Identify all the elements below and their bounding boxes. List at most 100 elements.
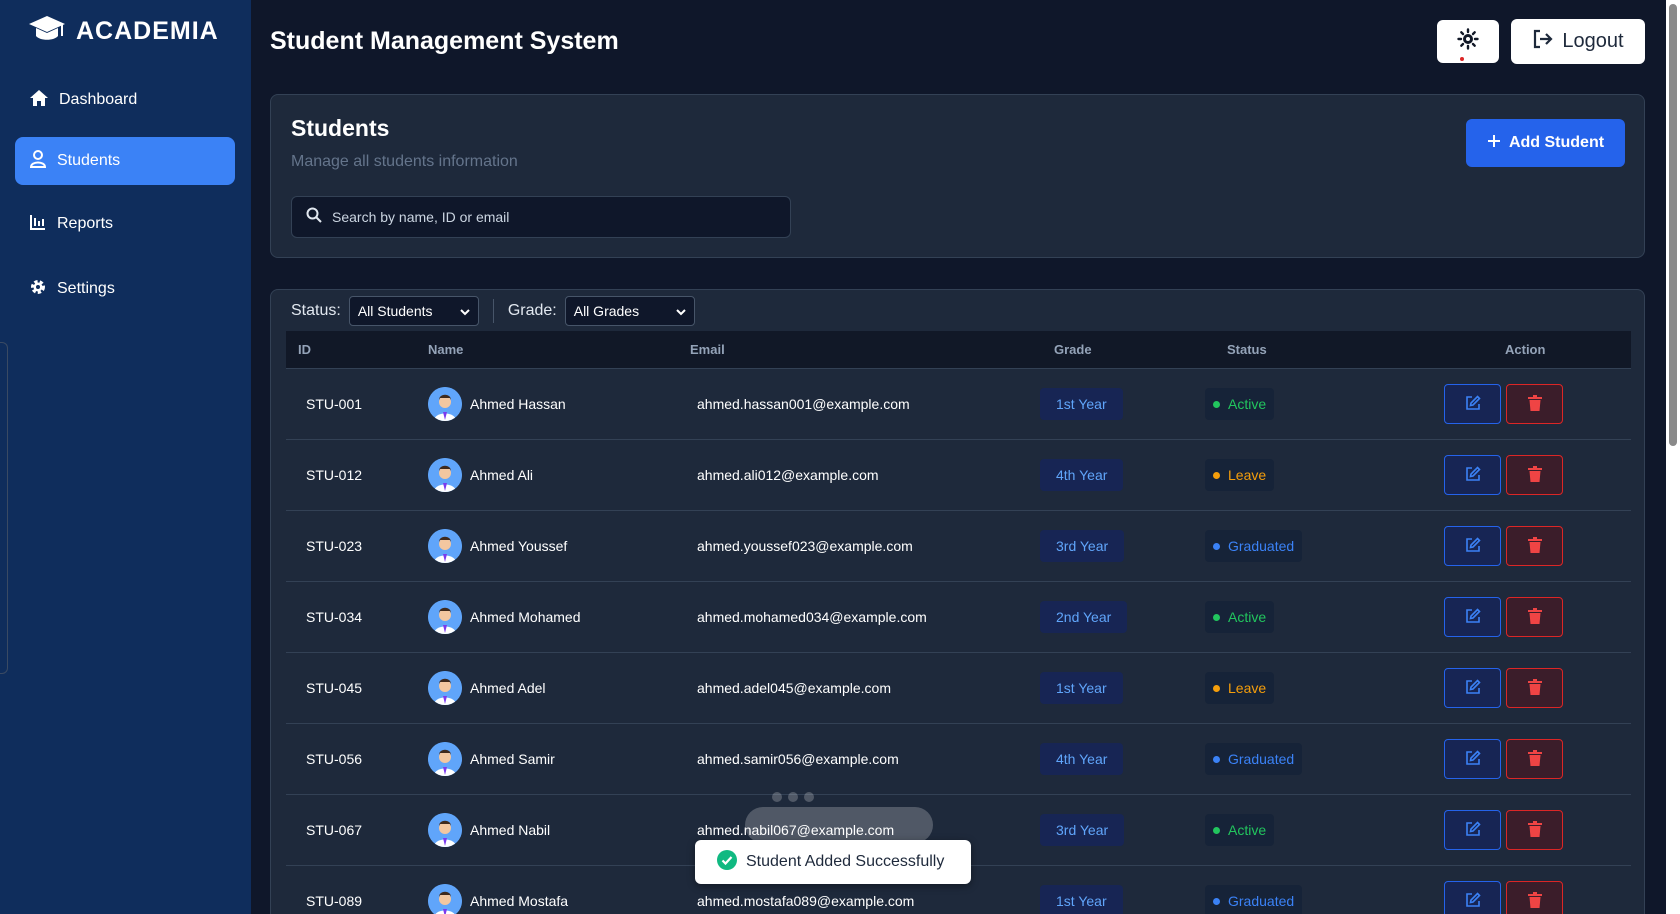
grade-cell: 2nd Year	[1040, 582, 1128, 652]
sidebar-item-students[interactable]: Students	[15, 137, 235, 185]
action-cell	[1444, 724, 1568, 794]
edit-button[interactable]	[1444, 739, 1501, 779]
student-id: STU-023	[306, 538, 363, 554]
grade-cell: 1st Year	[1040, 653, 1123, 723]
edit-button[interactable]	[1444, 668, 1501, 708]
delete-button[interactable]	[1506, 810, 1563, 850]
delete-button[interactable]	[1506, 455, 1563, 495]
sidebar-item-settings[interactable]: Settings	[15, 265, 235, 313]
filter-bar: Status: All Students Grade: All Grades	[291, 296, 695, 326]
search-icon	[306, 207, 322, 228]
status-cell: Active	[1205, 795, 1275, 865]
delete-button[interactable]	[1506, 881, 1563, 914]
user-icon	[29, 149, 47, 173]
student-name: Ahmed Samir	[470, 751, 555, 767]
delete-button[interactable]	[1506, 739, 1563, 779]
search-input[interactable]	[332, 209, 772, 225]
student-id: STU-045	[306, 680, 363, 696]
status-dot	[1213, 542, 1220, 550]
student-name: Ahmed Youssef	[470, 538, 568, 554]
section-subtitle: Manage all students information	[291, 153, 518, 170]
delete-button[interactable]	[1506, 597, 1563, 637]
student-id: STU-001	[306, 396, 363, 412]
sidebar-item-reports[interactable]: Reports	[15, 200, 235, 248]
status-cell: Active	[1205, 369, 1275, 439]
edit-button[interactable]	[1444, 810, 1501, 850]
trash-icon	[1527, 465, 1542, 485]
edit-icon	[1465, 536, 1481, 556]
action-cell	[1444, 511, 1568, 581]
table-header: ID Name Email Grade Status Action	[286, 331, 1631, 369]
add-student-label: Add Student	[1508, 134, 1605, 151]
sun-icon	[1457, 28, 1479, 55]
page-title: Student Management System	[270, 27, 619, 55]
status-dot	[1213, 471, 1220, 479]
status-label: Leave	[1228, 680, 1267, 696]
column-header-status[interactable]: Status	[1227, 342, 1267, 357]
trash-icon	[1527, 891, 1542, 911]
logout-icon	[1532, 29, 1554, 55]
status-dot	[1213, 684, 1220, 692]
status-badge: Leave	[1205, 459, 1275, 491]
student-name: Ahmed Hassan	[470, 396, 566, 412]
status-badge: Leave	[1205, 672, 1275, 704]
gear-icon	[29, 278, 47, 301]
theme-toggle-button[interactable]	[1437, 20, 1499, 63]
student-name-cell: Ahmed Ali	[428, 440, 533, 510]
sidebar-item-label: Dashboard	[59, 91, 138, 108]
column-header-grade[interactable]: Grade	[1054, 342, 1092, 357]
column-header-id[interactable]: ID	[298, 342, 311, 357]
status-label: Graduated	[1228, 751, 1295, 767]
student-email: ahmed.youssef023@example.com	[697, 538, 913, 554]
grade-badge: 1st Year	[1040, 672, 1123, 704]
student-name-cell: Ahmed Mohamed	[428, 582, 581, 652]
status-label: Graduated	[1228, 893, 1295, 909]
delete-button[interactable]	[1506, 526, 1563, 566]
grade-cell: 1st Year	[1040, 866, 1123, 914]
scrollbar-thumb[interactable]	[1669, 4, 1677, 446]
add-student-button[interactable]: Add Student	[1466, 119, 1625, 167]
search-box[interactable]	[291, 196, 791, 238]
table-row: STU-012 Ahmed Ali ahmed.ali012@example.com…	[286, 440, 1631, 511]
brand-name: ACADEMIA	[76, 17, 219, 45]
status-label: Active	[1228, 396, 1267, 412]
table-row: STU-056 Ahmed Samir ahmed.samir056@example…	[286, 724, 1631, 795]
grade-filter-select[interactable]: All Grades	[564, 296, 695, 326]
column-header-name[interactable]: Name	[428, 342, 463, 357]
table-row: STU-001 Ahmed Hassan ahmed.hassan001@examp…	[286, 369, 1631, 440]
status-label: Leave	[1228, 467, 1267, 483]
logout-button[interactable]: Logout	[1511, 19, 1645, 64]
table-row: STU-045 Ahmed Adel ahmed.adel045@example.c…	[286, 653, 1631, 724]
success-toast: Student Added Successfully	[695, 840, 971, 884]
grade-cell: 3rd Year	[1040, 795, 1125, 865]
student-name-cell: Ahmed Adel	[428, 653, 546, 723]
edit-icon	[1465, 749, 1481, 769]
student-id: STU-089	[306, 893, 363, 909]
student-name-cell: Ahmed Hassan	[428, 369, 566, 439]
status-cell: Graduated	[1205, 511, 1303, 581]
sidebar-item-dashboard[interactable]: Dashboard	[15, 76, 235, 124]
status-cell: Graduated	[1205, 866, 1303, 914]
edit-button[interactable]	[1444, 597, 1501, 637]
sidebar-item-label: Students	[57, 152, 121, 169]
edit-button[interactable]	[1444, 526, 1501, 566]
brand-logo[interactable]: ACADEMIA	[28, 14, 219, 49]
edit-button[interactable]	[1444, 881, 1501, 914]
student-name-cell: Ahmed Samir	[428, 724, 555, 794]
column-header-email[interactable]: Email	[690, 342, 725, 357]
edit-button[interactable]	[1444, 384, 1501, 424]
edit-button[interactable]	[1444, 455, 1501, 495]
graduation-cap-icon	[28, 14, 66, 49]
grade-badge: 4th Year	[1040, 459, 1124, 491]
page-scrollbar[interactable]	[1666, 0, 1680, 914]
delete-button[interactable]	[1506, 668, 1563, 708]
avatar	[428, 742, 462, 776]
delete-button[interactable]	[1506, 384, 1563, 424]
student-email: ahmed.hassan001@example.com	[697, 396, 910, 412]
notification-dot	[1460, 57, 1464, 61]
status-filter-select[interactable]: All Students	[348, 296, 479, 326]
grade-badge: 1st Year	[1040, 885, 1123, 914]
toast-message: Student Added Successfully	[746, 853, 945, 870]
edit-icon	[1465, 891, 1481, 911]
chevron-down-icon	[460, 303, 470, 319]
